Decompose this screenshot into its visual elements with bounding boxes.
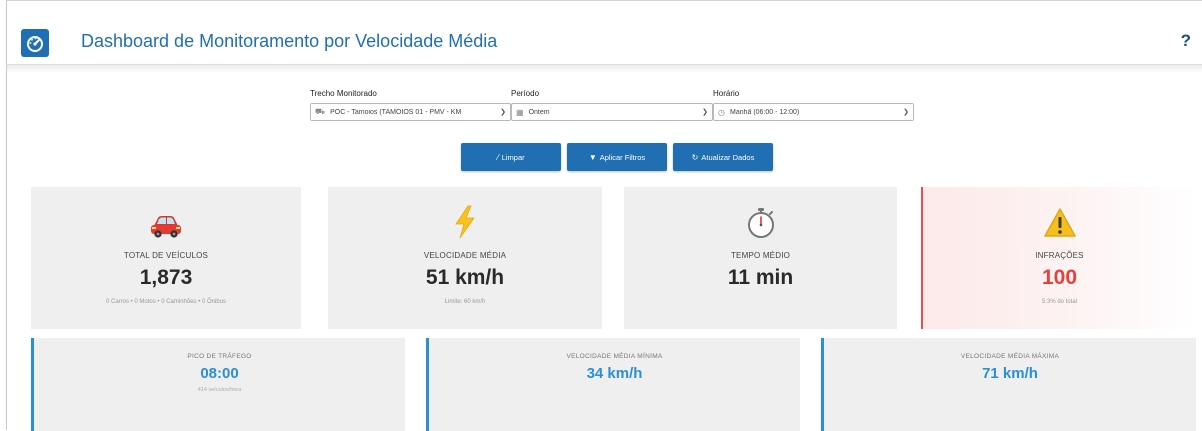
horario-select[interactable]: ◷ Manhã (06:00 - 12:00) ❯ <box>713 103 914 121</box>
page-title: Dashboard de Monitoramento por Velocidad… <box>81 31 498 51</box>
header-shadow <box>7 65 1202 73</box>
card-average-time: TEMPO MÉDIO 11 min <box>624 187 897 329</box>
calendar-icon: ▦ <box>516 107 524 117</box>
magic-wand-icon: ⁄ <box>497 152 499 162</box>
car-icon <box>31 201 301 239</box>
average-time-value: 11 min <box>727 266 794 289</box>
help-button[interactable]: ? <box>1181 31 1191 51</box>
stopwatch-icon <box>624 201 897 239</box>
total-vehicles-breakdown: 0 Carros • 0 Motos • 0 Caminhões • 0 Ôni… <box>105 299 227 305</box>
lightning-icon <box>328 201 602 239</box>
min-speed-value: 34 km/h <box>586 365 643 382</box>
header: Dashboard de Monitoramento por Velocidad… <box>7 21 1202 65</box>
max-speed-value: 71 km/h <box>982 365 1038 382</box>
refresh-data-label: Atualizar Dados <box>701 152 755 162</box>
infractions-percent: 5.3% do total <box>1041 299 1078 305</box>
filter-horario: Horário ◷ Manhã (06:00 - 12:00) ❯ <box>713 89 914 121</box>
trecho-select[interactable]: ⛟ POC - Tamoios (TAMOIOS 01 - PMV - KM ❯ <box>310 103 511 121</box>
card-average-speed: VELOCIDADE MÉDIA 51 km/h Limite: 60 km/h <box>328 187 602 329</box>
clear-button[interactable]: ⁄ Limpar <box>461 143 561 171</box>
average-speed-value: 51 km/h <box>425 266 505 289</box>
filter-periodo-label: Período <box>511 89 540 98</box>
apply-filters-button[interactable]: ▼ Aplicar Filtros <box>567 143 667 171</box>
periodo-value: Ontem <box>528 108 550 116</box>
app-frame: Dashboard de Monitoramento por Velocidad… <box>6 0 1202 431</box>
filter-horario-label: Horário <box>713 89 740 98</box>
total-vehicles-value: 1,873 <box>139 266 193 289</box>
refresh-icon: ↻ <box>691 152 699 162</box>
max-speed-label: VELOCIDADE MÉDIA MÁXIMA <box>960 353 1060 360</box>
average-time-label: TEMPO MÉDIO <box>730 251 791 260</box>
apply-filters-label: Aplicar Filtros <box>599 152 646 162</box>
speedometer-icon <box>21 29 49 57</box>
speed-limit-text: Limite: 60 km/h <box>444 299 486 305</box>
total-vehicles-label: TOTAL DE VEÍCULOS <box>123 251 209 260</box>
chevron-down-icon: ❯ <box>903 109 909 116</box>
infractions-value: 100 <box>1041 266 1078 289</box>
filter-icon: ▼ <box>588 152 597 162</box>
card-infractions: INFRAÇÕES 100 5.3% do total <box>921 187 1196 329</box>
warning-icon <box>923 201 1196 239</box>
card-total-vehicles: TOTAL DE VEÍCULOS 1,873 0 Carros • 0 Mot… <box>31 187 301 329</box>
min-speed-label: VELOCIDADE MÉDIA MÍNIMA <box>566 353 663 360</box>
periodo-select[interactable]: ▦ Ontem ❯ <box>511 103 713 121</box>
peak-traffic-label: PICO DE TRÁFEGO <box>187 353 252 360</box>
average-speed-label: VELOCIDADE MÉDIA <box>423 251 507 260</box>
infractions-label: INFRAÇÕES <box>1035 251 1084 260</box>
filter-trecho: Trecho Monitorado ⛟ POC - Tamoios (TAMOI… <box>310 89 511 121</box>
trecho-value: POC - Tamoios (TAMOIOS 01 - PMV - KM <box>330 108 462 116</box>
refresh-data-button[interactable]: ↻ Atualizar Dados <box>673 143 773 171</box>
stat-min-speed: VELOCIDADE MÉDIA MÍNIMA 34 km/h <box>426 338 800 431</box>
chevron-down-icon: ❯ <box>702 109 708 116</box>
stat-peak-traffic: PICO DE TRÁFEGO 08:00 414 veículos/hora <box>31 338 405 431</box>
filter-periodo: Período ▦ Ontem ❯ <box>511 89 713 121</box>
clock-icon: ◷ <box>718 107 725 117</box>
horario-value: Manhã (06:00 - 12:00) <box>729 108 800 116</box>
peak-traffic-value: 08:00 <box>200 365 239 382</box>
peak-traffic-rate: 414 veículos/hora <box>197 387 242 393</box>
clear-button-label: Limpar <box>501 152 525 162</box>
stat-max-speed: VELOCIDADE MÉDIA MÁXIMA 71 km/h <box>821 338 1196 431</box>
filter-trecho-label: Trecho Monitorado <box>310 89 377 98</box>
road-icon: ⛟ <box>315 107 326 116</box>
chevron-down-icon: ❯ <box>500 109 506 116</box>
